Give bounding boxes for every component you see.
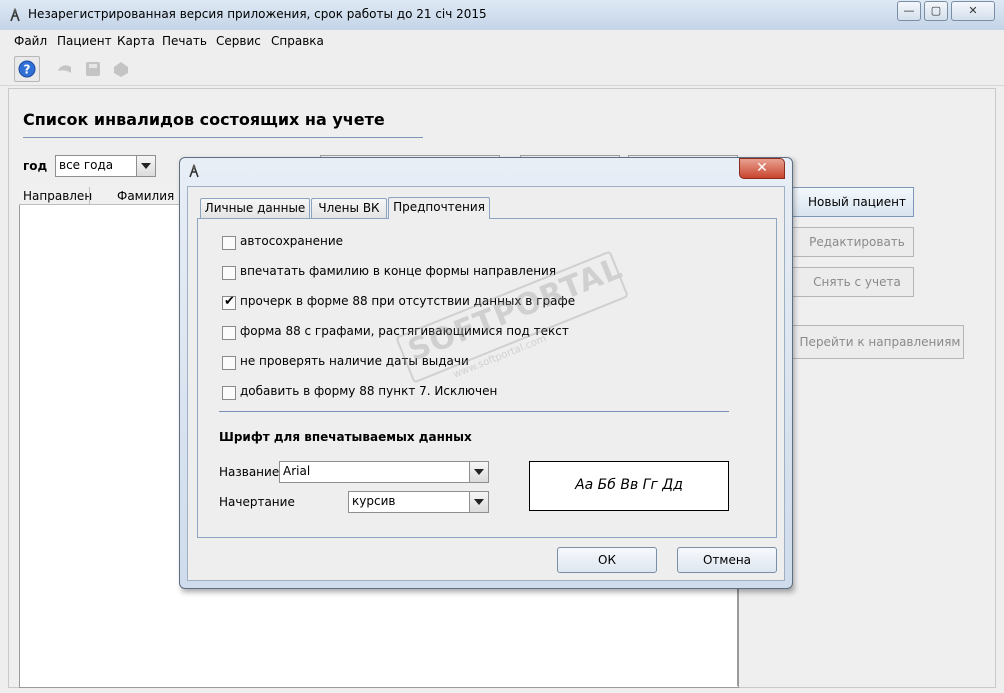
font-name-value: Arial xyxy=(283,464,311,478)
edit-button[interactable]: Редактировать xyxy=(786,227,914,257)
column-divider xyxy=(89,187,90,204)
svg-text:?: ? xyxy=(24,63,31,77)
goto-referrals-label: Перейти к направлениям xyxy=(799,335,961,349)
chevron-down-icon[interactable] xyxy=(469,492,488,512)
help-icon: ? xyxy=(18,60,36,78)
option-label: автосохранение xyxy=(240,234,344,248)
tab-personal-data[interactable]: Личные данные xyxy=(200,198,310,218)
checkbox[interactable] xyxy=(222,386,236,400)
menu-help[interactable]: Справка xyxy=(271,34,324,48)
year-select[interactable]: все года xyxy=(55,155,156,177)
checkbox[interactable] xyxy=(222,326,236,340)
section-separator xyxy=(219,411,729,412)
menu-service[interactable]: Сервис xyxy=(216,34,261,48)
font-style-label: Начертание xyxy=(219,495,295,509)
remove-from-register-button[interactable]: Снять с учета xyxy=(786,267,914,297)
menu-patient[interactable]: Пациент xyxy=(57,34,112,48)
column-header-referred[interactable]: Направлен xyxy=(23,189,92,203)
help-toolbar-button[interactable]: ? xyxy=(14,56,40,82)
font-name-select[interactable]: Arial xyxy=(279,461,489,483)
font-preview-text: Аа Бб Вв Гг Дд xyxy=(575,477,683,493)
font-section-title: Шрифт для впечатываемых данных xyxy=(219,430,472,444)
new-patient-button[interactable]: Новый пациент xyxy=(786,187,914,217)
minimize-button[interactable]: — xyxy=(897,1,921,21)
app-icon xyxy=(10,8,20,22)
font-style-select[interactable]: курсив xyxy=(348,491,489,513)
font-name-label: Название xyxy=(219,465,280,479)
back-toolbar-button[interactable] xyxy=(52,56,78,82)
column-header-surname[interactable]: Фамилия И xyxy=(117,189,187,203)
maximize-button[interactable]: ▢ xyxy=(924,1,948,21)
tab-vk-members[interactable]: Члены ВК xyxy=(311,198,387,218)
ok-button[interactable]: ОК xyxy=(557,547,657,573)
checkbox[interactable]: ✔ xyxy=(222,294,236,310)
font-preview-box: Аа Бб Вв Гг Дд xyxy=(529,461,729,511)
dialog-app-icon xyxy=(189,164,199,178)
chevron-down-icon[interactable] xyxy=(136,156,155,176)
tab-preferences[interactable]: Предпочтения xyxy=(388,197,490,219)
dialog-close-button[interactable]: ✕ xyxy=(739,158,785,179)
menu-file[interactable]: Файл xyxy=(14,34,47,48)
disk-icon xyxy=(86,62,100,76)
remove-label: Снять с учета xyxy=(813,275,901,289)
year-label: год xyxy=(23,159,48,173)
close-window-button[interactable]: ✕ xyxy=(951,1,995,21)
cancel-button[interactable]: Отмена xyxy=(677,547,777,573)
print-toolbar-button[interactable] xyxy=(108,56,134,82)
page-title: Список инвалидов состоящих на учете xyxy=(23,110,385,129)
menu-card[interactable]: Карта xyxy=(117,34,155,48)
chevron-down-icon[interactable] xyxy=(469,462,488,482)
option-label: впечатать фамилию в конце формы направле… xyxy=(240,264,557,278)
font-style-value: курсив xyxy=(352,494,396,508)
checkbox[interactable] xyxy=(222,266,236,280)
window-title: Незарегистрированная версия приложения, … xyxy=(28,7,487,21)
checkbox[interactable] xyxy=(222,236,236,250)
title-underline xyxy=(23,137,423,138)
checkbox[interactable] xyxy=(222,356,236,370)
new-patient-label: Новый пациент xyxy=(808,195,906,209)
checkmark-icon: ✔ xyxy=(224,294,235,309)
edit-label: Редактировать xyxy=(809,235,905,249)
printer-icon xyxy=(114,62,128,77)
goto-referrals-button[interactable]: Перейти к направлениям xyxy=(786,325,964,359)
back-arrow-icon xyxy=(58,65,71,73)
menu-print[interactable]: Печать xyxy=(162,34,207,48)
year-select-value: все года xyxy=(59,158,114,172)
toolbar xyxy=(0,53,1004,86)
save-toolbar-button[interactable] xyxy=(80,56,106,82)
